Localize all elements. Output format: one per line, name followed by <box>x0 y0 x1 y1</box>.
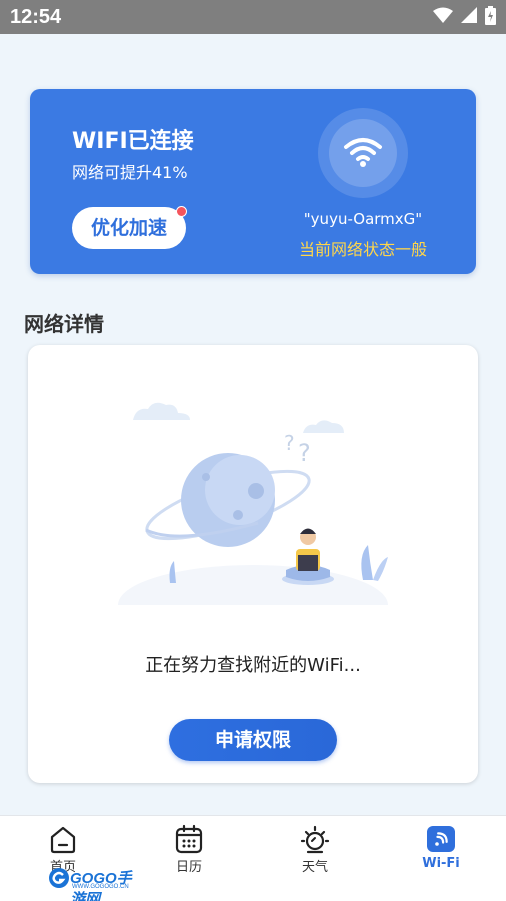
status-icons <box>433 5 496 29</box>
battery-icon <box>485 5 496 29</box>
request-permission-button[interactable]: 申请权限 <box>169 719 337 761</box>
searching-wifi-text: 正在努力查找附近的WiFi... <box>145 655 361 676</box>
section-title: 网络详情 <box>24 312 104 336</box>
status-bar: 12:54 <box>0 0 506 34</box>
notification-dot <box>176 206 187 217</box>
wifi-icon <box>433 7 453 27</box>
wifi-connected-title: WIFI已连接 <box>72 129 194 154</box>
weather-icon <box>300 825 330 854</box>
signal-icon <box>461 7 477 27</box>
network-details-card: ? ? 正在努力查找附近的WiFi... 申请权限 <box>28 345 478 783</box>
optimize-button-label: 优化加速 <box>90 217 167 239</box>
tab-wifi[interactable]: Wi-Fi <box>378 824 504 871</box>
wifi-tab-icon <box>427 826 455 852</box>
network-status-text: 当前网络状态一般 <box>298 240 427 259</box>
watermark-url: WWW.GOGOGO.CN <box>72 884 129 890</box>
watermark-logo: GOGO手游网 WWW.GOGOGO.CN <box>48 865 146 901</box>
wifi-boost-hint: 网络可提升41% <box>72 163 188 182</box>
svg-text:?: ? <box>298 439 311 467</box>
searching-illustration: ? ? <box>118 402 388 605</box>
home-icon <box>50 826 76 854</box>
tab-weather-label: 天气 <box>301 860 328 875</box>
tab-weather[interactable]: 天气 <box>252 824 378 875</box>
watermark-icon <box>49 868 69 888</box>
wifi-ssid: "yuyu-OarmxG" <box>303 210 423 228</box>
wifi-badge <box>318 108 408 198</box>
status-time: 12:54 <box>10 6 62 28</box>
calendar-icon <box>175 824 203 854</box>
svg-text:?: ? <box>284 431 295 455</box>
tab-wifi-label: Wi-Fi <box>422 856 460 871</box>
wifi-badge-inner <box>329 119 397 187</box>
wifi-signal-icon <box>344 138 382 167</box>
wifi-status-card: WIFI已连接 网络可提升41% 优化加速 "yuyu-OarmxG" 当前网络… <box>30 89 476 274</box>
optimize-button[interactable]: 优化加速 <box>72 206 187 249</box>
